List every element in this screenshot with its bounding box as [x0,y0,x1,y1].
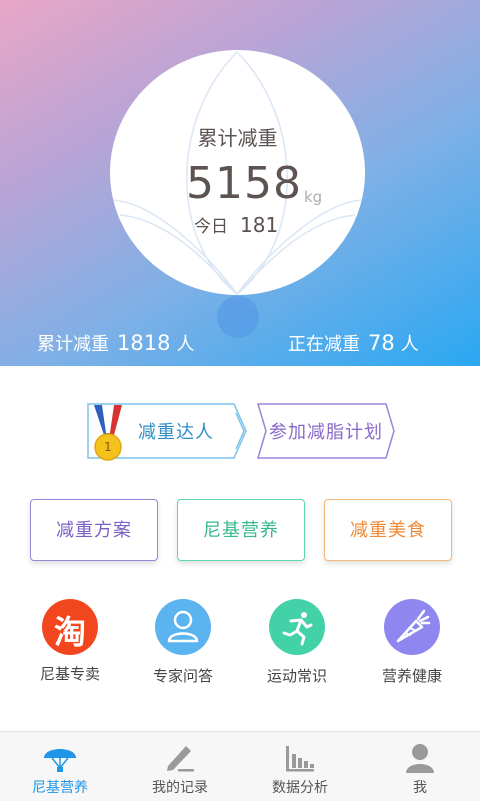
tab-niki-nutrition[interactable]: 尼基营养 [0,732,120,801]
tab-me[interactable]: 我 [360,732,480,801]
diet-food-button[interactable]: 减重美食 [324,499,452,561]
stat-active-people: 正在减重 78 人 [288,330,419,356]
feature-sports-knowledge[interactable]: 运动常识 [247,599,347,686]
total-loss-title: 累计减重 [197,126,278,150]
person-icon [155,599,211,655]
medal-icon [94,405,122,461]
stat-right-unit: 人 [400,334,419,355]
hero-header: 累计减重 5158 kg 今日 181 累计减重 1818 人 正在减重 78 人 [0,0,480,366]
bottom-tab-bar: 尼基营养 我的记录 数据分析 我 [0,731,480,801]
feature-niki-store[interactable]: 淘 尼基专卖 [20,599,120,684]
today-label: 今日 [194,217,228,237]
today-loss: 今日 181 [194,212,278,237]
tab-my-records[interactable]: 我的记录 [120,732,240,801]
expert-banner-button[interactable]: 1 减重达人 [86,403,248,461]
stat-left-unit: 人 [176,334,195,355]
running-icon [269,599,325,655]
stat-left-label: 累计减重 [37,334,109,355]
niki-nutrition-button[interactable]: 尼基营养 [177,499,305,561]
total-loss-unit: kg [304,188,323,206]
total-loss-value: 5158 [186,158,302,209]
feature-expert-qa[interactable]: 专家问答 [133,599,233,686]
stat-left-value: 1818 [117,331,171,355]
feature-label: 尼基专卖 [39,665,100,683]
stat-right-label: 正在减重 [288,334,360,355]
tab-label: 数据分析 [272,780,328,796]
feature-nutrition-health[interactable]: 营养健康 [362,599,462,686]
tab-label: 我的记录 [152,780,208,796]
today-value: 181 [240,213,279,237]
tab-data-analysis[interactable]: 数据分析 [240,732,360,801]
taobao-glyph: 淘 [53,613,86,651]
bar-chart-icon [286,746,314,772]
stat-right-value: 78 [368,331,395,355]
weight-loss-circle: 累计减重 5158 kg 今日 181 [110,50,365,295]
feature-label: 营养健康 [381,667,442,685]
medal-rank: 1 [104,440,112,454]
join-plan-label: 参加减脂计划 [269,422,383,443]
tab-label: 尼基营养 [32,780,88,796]
taobao-icon: 淘 [42,599,98,655]
feature-label: 运动常识 [266,667,327,685]
expert-banner-label: 减重达人 [138,422,214,443]
stat-total-people: 累计减重 1818 人 [37,330,194,356]
user-icon [406,744,434,773]
weight-loss-plan-button[interactable]: 减重方案 [30,499,158,561]
feature-label: 专家问答 [152,667,213,685]
parachute-icon [44,749,76,772]
carrot-icon [384,599,440,655]
decorative-dot [217,296,259,338]
pencil-icon [167,746,194,772]
tab-label: 我 [413,780,427,796]
join-plan-button[interactable]: 参加减脂计划 [256,403,396,459]
